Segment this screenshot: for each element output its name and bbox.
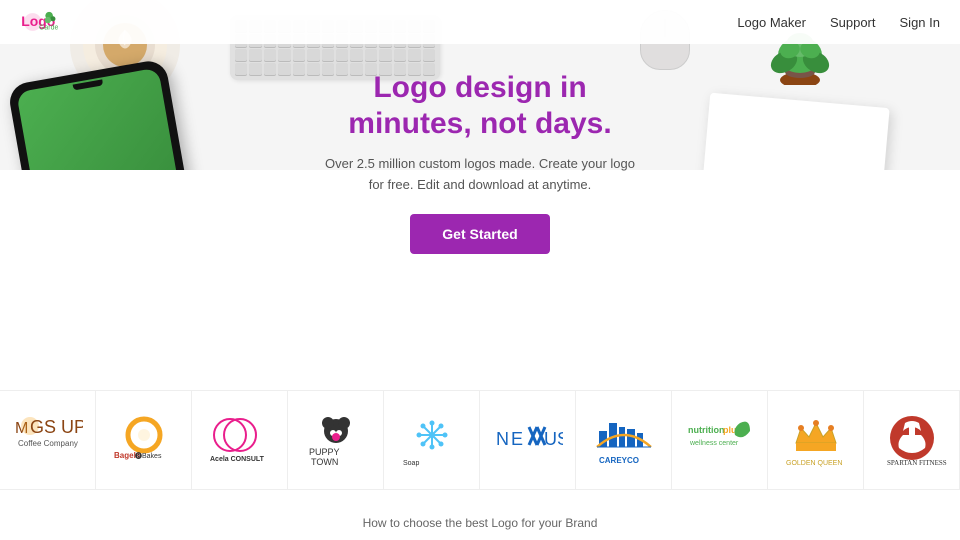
bagels-bakes-logo-icon: Bagels 🅑Bakes bbox=[109, 413, 179, 468]
logo-strip: M GS UP Coffee Company Bagels 🅑Bakes bbox=[0, 390, 960, 490]
svg-text:SPARTAN FITNESS: SPARTAN FITNESS bbox=[887, 459, 947, 467]
nav-sign-in[interactable]: Sign In bbox=[900, 15, 940, 30]
nutrition-plus-logo: nutrition plus wellness center bbox=[685, 410, 755, 470]
nutrition-plus-logo-icon: nutrition plus wellness center bbox=[685, 413, 755, 468]
svg-text:nutrition: nutrition bbox=[688, 425, 725, 435]
get-started-button[interactable]: Get Started bbox=[410, 214, 549, 254]
svg-text:Garden: Garden bbox=[39, 25, 58, 32]
svg-text:PUPPY: PUPPY bbox=[309, 447, 340, 457]
spartan-fitness-logo-icon: SPARTAN FITNESS bbox=[877, 413, 947, 468]
mugs-up-logo-icon: M GS UP Coffee Company bbox=[13, 413, 83, 468]
list-item: Acela CONSULT bbox=[192, 390, 288, 490]
svg-text:Soap: Soap bbox=[403, 460, 419, 467]
logo-strip-inner: M GS UP Coffee Company Bagels 🅑Bakes bbox=[0, 390, 960, 490]
list-item: SPARTAN FITNESS bbox=[864, 390, 960, 490]
careyco-logo: CAREYCO bbox=[589, 410, 659, 470]
svg-text:US: US bbox=[544, 429, 563, 449]
hero-subtitle: Over 2.5 million custom logos made. Crea… bbox=[320, 154, 640, 196]
logo-garden-icon: Logo Garden bbox=[20, 6, 58, 38]
bagels-bakes-logo: Bagels 🅑Bakes bbox=[109, 410, 179, 470]
list-item: Soap Authority bbox=[384, 390, 480, 490]
puppy-town-logo-icon: PUPPY TOWN bbox=[301, 413, 371, 468]
puppy-town-logo: PUPPY TOWN bbox=[301, 410, 371, 470]
nexxus-logo: NE US bbox=[493, 410, 563, 470]
list-item: nutrition plus wellness center bbox=[672, 390, 768, 490]
svg-text:GOLDEN QUEEN: GOLDEN QUEEN bbox=[786, 460, 842, 467]
nexxus-logo-icon: NE US bbox=[493, 413, 563, 468]
list-item: M GS UP Coffee Company bbox=[0, 390, 96, 490]
golden-queen-logo: GOLDEN QUEEN bbox=[781, 410, 851, 470]
soap-authority-logo: Soap Authority bbox=[397, 410, 467, 470]
svg-text:🅑Bakes: 🅑Bakes bbox=[135, 452, 162, 460]
svg-text:TOWN: TOWN bbox=[311, 457, 338, 467]
list-item: GOLDEN QUEEN bbox=[768, 390, 864, 490]
nav-logo-maker[interactable]: Logo Maker bbox=[737, 15, 806, 30]
site-logo[interactable]: Logo Garden bbox=[20, 6, 58, 38]
notebook-mockup: Valure Destinations bbox=[690, 93, 889, 170]
spartan-fitness-logo: SPARTAN FITNESS bbox=[877, 410, 947, 470]
phone-mockup: Valure Destinations bbox=[7, 58, 213, 170]
list-item: NE US bbox=[480, 390, 576, 490]
nav-links: Logo Maker Support Sign In bbox=[737, 15, 940, 30]
svg-text:Acela CONSULT: Acela CONSULT bbox=[210, 456, 265, 463]
golden-queen-logo-icon: GOLDEN QUEEN bbox=[781, 413, 851, 468]
hero-content: Logo design in minutes, not days. Over 2… bbox=[320, 70, 640, 254]
notebook-content: Valure Destinations bbox=[728, 159, 852, 170]
svg-text:CAREYCO: CAREYCO bbox=[599, 456, 639, 465]
svg-text:NE: NE bbox=[496, 429, 525, 449]
svg-text:GS UP: GS UP bbox=[30, 417, 83, 437]
bottom-hint: How to choose the best Logo for your Bra… bbox=[363, 516, 598, 530]
nav-support[interactable]: Support bbox=[830, 15, 876, 30]
list-item: CAREYCO bbox=[576, 390, 672, 490]
svg-text:wellness center: wellness center bbox=[689, 440, 739, 447]
list-item: PUPPY TOWN bbox=[288, 390, 384, 490]
phone-screen: Valure Destinations bbox=[16, 68, 204, 170]
mugs-up-logo: M GS UP Coffee Company bbox=[13, 410, 83, 470]
list-item: Bagels 🅑Bakes bbox=[96, 390, 192, 490]
acela-consult-logo: Acela CONSULT bbox=[205, 410, 275, 470]
hero-title: Logo design in minutes, not days. bbox=[320, 70, 640, 142]
acela-consult-logo-icon: Acela CONSULT bbox=[205, 413, 275, 468]
soap-authority-logo-icon: Soap Authority bbox=[397, 413, 467, 468]
navbar: Logo Garden Logo Maker Support Sign In bbox=[0, 0, 960, 44]
careyco-logo-icon: CAREYCO bbox=[589, 413, 659, 468]
svg-text:Coffee Company: Coffee Company bbox=[18, 439, 78, 448]
